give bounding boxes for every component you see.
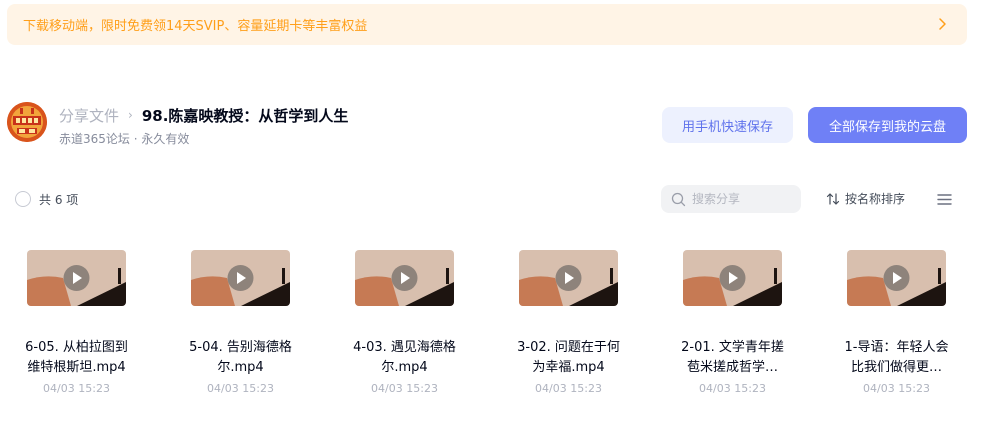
forum-logo-icon (7, 102, 47, 142)
breadcrumb: 分享文件 › 98.陈嘉映教授：从哲学到人生 (59, 104, 348, 126)
file-date: 04/03 15:23 (699, 382, 766, 395)
search-icon (671, 192, 686, 206)
sort-button[interactable]: 按名称排序 (825, 190, 905, 207)
video-thumbnail (191, 250, 290, 306)
search-input[interactable] (692, 192, 792, 206)
list-view-icon[interactable] (936, 191, 953, 208)
file-item[interactable]: 5-04. 告别海德格 尔.mp4 04/03 15:23 (180, 236, 310, 406)
file-name: 4-03. 遇见海德格 尔.mp4 (353, 340, 456, 375)
file-item[interactable]: 2-01. 文学青年搓 苞米搓成哲学… 04/03 15:23 (672, 236, 802, 406)
file-item[interactable]: 3-02. 问题在于何 为幸福.mp4 04/03 15:23 (508, 236, 638, 406)
video-thumbnail (27, 250, 126, 306)
page-title: 98.陈嘉映教授：从哲学到人生 (141, 106, 349, 125)
select-all-checkbox[interactable] (15, 191, 31, 207)
video-thumbnail (847, 250, 946, 306)
save-via-phone-button[interactable]: 用手机快速保存 (662, 107, 793, 143)
video-thumbnail (683, 250, 782, 306)
promo-banner[interactable]: 下载移动端，限时免费领14天SVIP、容量延期卡等丰富权益 (7, 4, 967, 45)
video-thumbnail (355, 250, 454, 306)
file-date: 04/03 15:23 (535, 382, 602, 395)
item-count: 共 6 项 (39, 193, 79, 207)
file-item[interactable]: 1-导语：年轻人会 比我们做得更… 04/03 15:23 (836, 236, 966, 406)
save-all-button[interactable]: 全部保存到我的云盘 (808, 107, 967, 143)
avatar (7, 102, 47, 142)
file-name: 1-导语：年轻人会 比我们做得更… (844, 340, 949, 375)
file-date: 04/03 15:23 (207, 382, 274, 395)
file-date: 04/03 15:23 (43, 382, 110, 395)
file-item[interactable]: 6-05. 从柏拉图到 维特根斯坦.mp4 04/03 15:23 (16, 236, 146, 406)
breadcrumb-separator: › (128, 108, 133, 122)
promo-banner-text: 下载移动端，限时免费领14天SVIP、容量延期卡等丰富权益 (23, 19, 368, 34)
file-name: 3-02. 问题在于何 为幸福.mp4 (517, 340, 620, 375)
file-name: 5-04. 告别海德格 尔.mp4 (189, 340, 292, 375)
file-date: 04/03 15:23 (863, 382, 930, 395)
chevron-right-icon (939, 18, 946, 30)
file-name: 6-05. 从柏拉图到 维特根斯坦.mp4 (25, 340, 128, 375)
search-box[interactable] (661, 185, 801, 213)
video-thumbnail (519, 250, 618, 306)
sort-arrows-icon (826, 192, 840, 205)
file-item[interactable]: 4-03. 遇见海德格 尔.mp4 04/03 15:23 (344, 236, 474, 406)
sort-label: 按名称排序 (845, 192, 906, 206)
file-date: 04/03 15:23 (371, 382, 438, 395)
file-name: 2-01. 文学青年搓 苞米搓成哲学… (681, 340, 784, 375)
breadcrumb-root[interactable]: 分享文件 (59, 105, 119, 126)
share-owner-meta: 赤道365论坛 · 永久有效 (59, 132, 190, 146)
